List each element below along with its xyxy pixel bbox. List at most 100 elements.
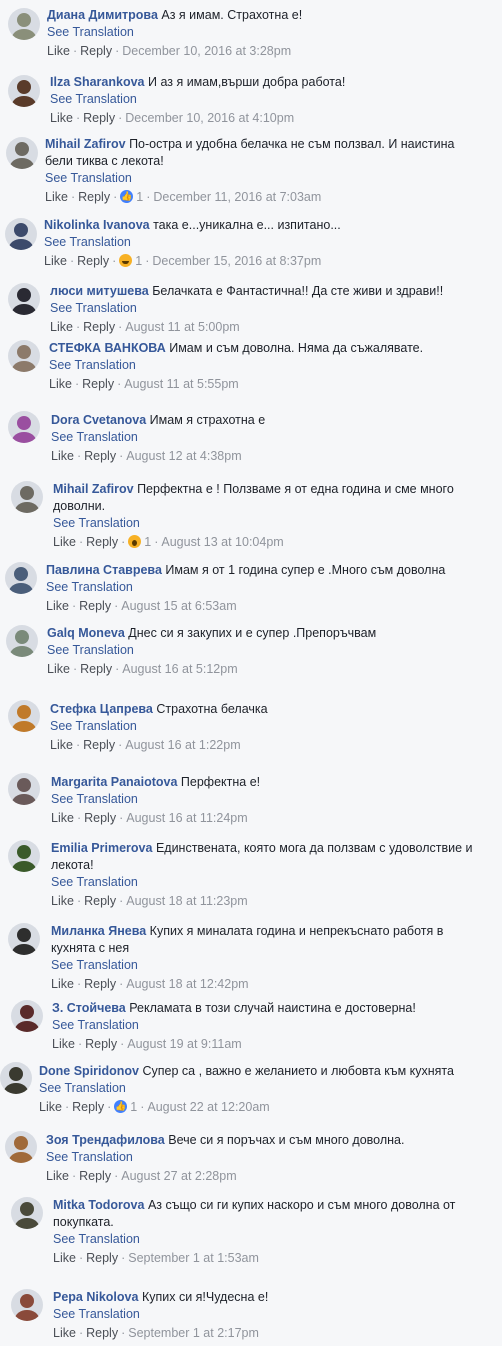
reply-button[interactable]: Reply bbox=[83, 320, 115, 334]
avatar[interactable] bbox=[8, 840, 40, 872]
reply-button[interactable]: Reply bbox=[83, 738, 115, 752]
see-translation-link[interactable]: See Translation bbox=[46, 579, 482, 596]
like-button[interactable]: Like bbox=[47, 662, 70, 676]
see-translation-link[interactable]: See Translation bbox=[49, 357, 482, 374]
avatar[interactable] bbox=[5, 562, 37, 594]
avatar[interactable] bbox=[6, 137, 38, 169]
reply-button[interactable]: Reply bbox=[82, 377, 114, 391]
commenter-name-link[interactable]: Mihail Zafirov bbox=[53, 482, 134, 496]
comment-timestamp-link[interactable]: August 19 at 9:11am bbox=[127, 1037, 241, 1051]
like-button[interactable]: Like bbox=[47, 44, 70, 58]
see-translation-link[interactable]: See Translation bbox=[53, 515, 482, 532]
comment-timestamp-link[interactable]: August 16 at 5:12pm bbox=[122, 662, 237, 676]
reply-button[interactable]: Reply bbox=[84, 449, 116, 463]
avatar[interactable] bbox=[11, 481, 43, 513]
comment-timestamp-link[interactable]: August 13 at 10:04pm bbox=[161, 535, 283, 549]
comment-timestamp-link[interactable]: August 18 at 11:23pm bbox=[126, 894, 247, 908]
avatar[interactable] bbox=[8, 700, 40, 732]
comment-timestamp-link[interactable]: September 1 at 2:17pm bbox=[128, 1326, 259, 1340]
reply-button[interactable]: Reply bbox=[72, 1100, 104, 1114]
comment-timestamp-link[interactable]: August 12 at 4:38pm bbox=[126, 449, 241, 463]
like-button[interactable]: Like bbox=[46, 1169, 69, 1183]
commenter-name-link[interactable]: З. Стойчева bbox=[52, 1001, 126, 1015]
like-button[interactable]: Like bbox=[50, 320, 73, 334]
avatar[interactable] bbox=[8, 411, 40, 443]
avatar[interactable] bbox=[8, 923, 40, 955]
like-button[interactable]: Like bbox=[51, 894, 74, 908]
reply-button[interactable]: Reply bbox=[79, 599, 111, 613]
reply-button[interactable]: Reply bbox=[86, 535, 118, 549]
see-translation-link[interactable]: See Translation bbox=[39, 1080, 482, 1097]
commenter-name-link[interactable]: Galq Moneva bbox=[47, 626, 125, 640]
comment-timestamp-link[interactable]: August 22 at 12:20am bbox=[147, 1100, 269, 1114]
reply-button[interactable]: Reply bbox=[86, 1326, 118, 1340]
see-translation-link[interactable]: See Translation bbox=[44, 234, 482, 251]
comment-timestamp-link[interactable]: August 11 at 5:55pm bbox=[124, 377, 238, 391]
like-button[interactable]: Like bbox=[50, 738, 73, 752]
avatar[interactable] bbox=[11, 1000, 43, 1032]
commenter-name-link[interactable]: люси митушева bbox=[50, 284, 149, 298]
see-translation-link[interactable]: See Translation bbox=[53, 1306, 482, 1323]
commenter-name-link[interactable]: Mihail Zafirov bbox=[45, 137, 126, 151]
see-translation-link[interactable]: See Translation bbox=[51, 429, 482, 446]
like-button[interactable]: Like bbox=[46, 599, 69, 613]
commenter-name-link[interactable]: Done Spiridonov bbox=[39, 1064, 139, 1078]
commenter-name-link[interactable]: Margarita Panaiotova bbox=[51, 775, 177, 789]
see-translation-link[interactable]: See Translation bbox=[52, 1017, 482, 1034]
like-button[interactable]: Like bbox=[53, 535, 76, 549]
see-translation-link[interactable]: See Translation bbox=[47, 24, 482, 41]
like-button[interactable]: Like bbox=[53, 1251, 76, 1265]
like-button[interactable]: Like bbox=[44, 254, 67, 268]
like-button[interactable]: Like bbox=[49, 377, 72, 391]
commenter-name-link[interactable]: Стефка Цапрева bbox=[50, 702, 153, 716]
commenter-name-link[interactable]: Зоя Трендафилова bbox=[46, 1133, 165, 1147]
reply-button[interactable]: Reply bbox=[77, 254, 109, 268]
reply-button[interactable]: Reply bbox=[80, 44, 112, 58]
reply-button[interactable]: Reply bbox=[85, 1037, 117, 1051]
see-translation-link[interactable]: See Translation bbox=[53, 1231, 482, 1248]
comment-timestamp-link[interactable]: August 15 at 6:53am bbox=[121, 599, 236, 613]
like-button[interactable]: Like bbox=[39, 1100, 62, 1114]
commenter-name-link[interactable]: Диана Димитрова bbox=[47, 8, 158, 22]
like-button[interactable]: Like bbox=[51, 977, 74, 991]
commenter-name-link[interactable]: Emilia Primerova bbox=[51, 841, 152, 855]
comment-timestamp-link[interactable]: December 10, 2016 at 3:28pm bbox=[122, 44, 291, 58]
avatar[interactable] bbox=[6, 625, 38, 657]
like-button[interactable]: Like bbox=[51, 811, 74, 825]
comment-timestamp-link[interactable]: August 16 at 1:22pm bbox=[125, 738, 240, 752]
comment-timestamp-link[interactable]: August 27 at 2:28pm bbox=[121, 1169, 236, 1183]
commenter-name-link[interactable]: Nikolinka Ivanova bbox=[44, 218, 150, 232]
reply-button[interactable]: Reply bbox=[84, 977, 116, 991]
like-button[interactable]: Like bbox=[50, 111, 73, 125]
see-translation-link[interactable]: See Translation bbox=[50, 718, 482, 735]
like-button[interactable]: Like bbox=[51, 449, 74, 463]
see-translation-link[interactable]: See Translation bbox=[51, 957, 482, 974]
avatar[interactable] bbox=[8, 773, 40, 805]
commenter-name-link[interactable]: Ilza Sharankova bbox=[50, 75, 145, 89]
reply-button[interactable]: Reply bbox=[79, 1169, 111, 1183]
comment-timestamp-link[interactable]: September 1 at 1:53am bbox=[128, 1251, 259, 1265]
see-translation-link[interactable]: See Translation bbox=[50, 300, 482, 317]
comment-timestamp-link[interactable]: August 16 at 11:24pm bbox=[126, 811, 247, 825]
commenter-name-link[interactable]: Dora Cvetanova bbox=[51, 413, 146, 427]
reaction-summary[interactable]: 1 bbox=[120, 189, 143, 206]
reply-button[interactable]: Reply bbox=[86, 1251, 118, 1265]
reaction-summary[interactable]: 1 bbox=[119, 254, 142, 268]
commenter-name-link[interactable]: СТЕФКА ВАНКОВА bbox=[49, 341, 166, 355]
avatar[interactable] bbox=[8, 8, 40, 40]
reply-button[interactable]: Reply bbox=[84, 894, 116, 908]
avatar[interactable] bbox=[11, 1197, 43, 1229]
reply-button[interactable]: Reply bbox=[78, 190, 110, 204]
reply-button[interactable]: Reply bbox=[80, 662, 112, 676]
avatar[interactable] bbox=[0, 1062, 32, 1094]
like-button[interactable]: Like bbox=[45, 190, 68, 204]
commenter-name-link[interactable]: Павлина Ставрева bbox=[46, 563, 162, 577]
reply-button[interactable]: Reply bbox=[83, 111, 115, 125]
commenter-name-link[interactable]: Mitka Todorova bbox=[53, 1198, 144, 1212]
avatar[interactable] bbox=[5, 1131, 37, 1163]
reaction-summary[interactable]: 1 bbox=[114, 1099, 137, 1116]
avatar[interactable] bbox=[5, 218, 37, 250]
comment-timestamp-link[interactable]: August 11 at 5:00pm bbox=[125, 320, 239, 334]
reaction-summary[interactable]: 1 bbox=[128, 535, 151, 549]
commenter-name-link[interactable]: Pepa Nikolova bbox=[53, 1290, 138, 1304]
